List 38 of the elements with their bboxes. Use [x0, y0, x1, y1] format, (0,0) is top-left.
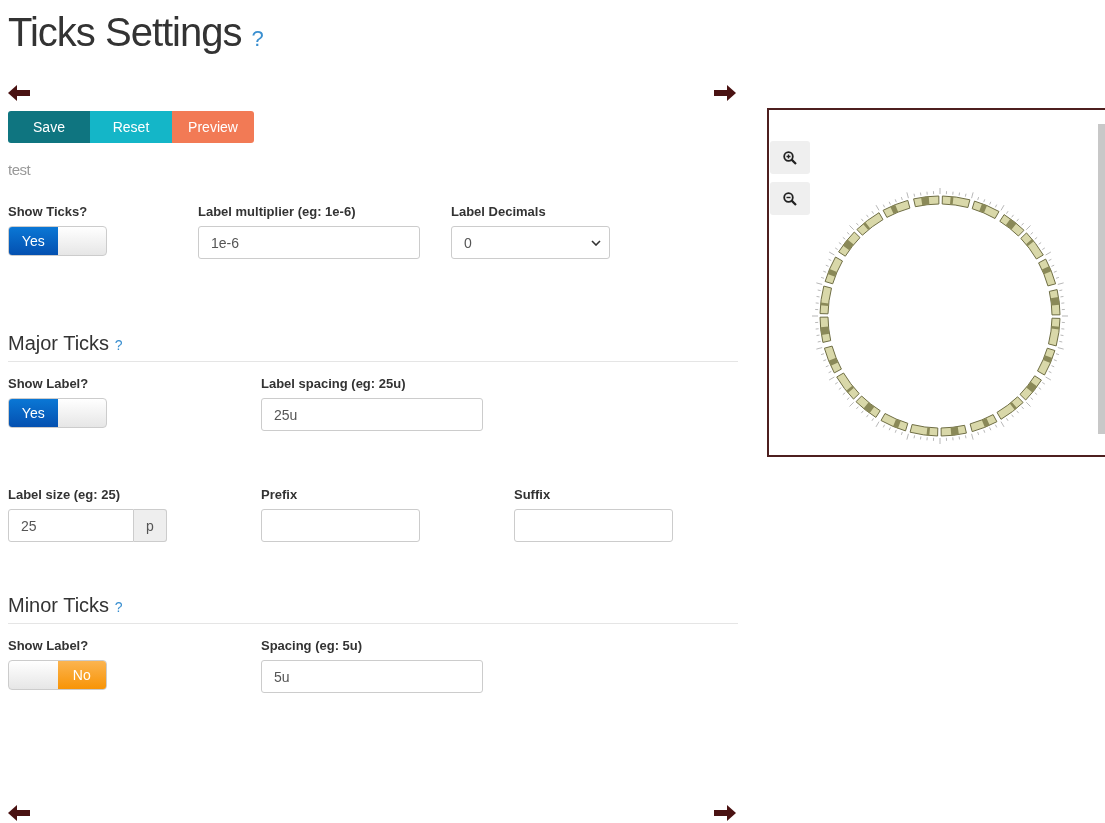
section-heading: Major Ticks: [8, 332, 110, 354]
toggle-switch[interactable]: Yes: [8, 398, 107, 428]
zoom-out-button[interactable]: [770, 182, 810, 215]
help-link[interactable]: ?: [114, 599, 123, 615]
zoom-in-button[interactable]: [770, 141, 810, 174]
zoom-out-icon: [783, 191, 797, 206]
toggle-switch[interactable]: Yes: [8, 226, 107, 256]
zoom-in-icon: [783, 150, 797, 165]
field-label: Suffix: [514, 487, 551, 502]
note-text: test: [8, 161, 32, 178]
arrow-right-icon[interactable]: [714, 85, 736, 101]
text-field[interactable]: 25u: [261, 398, 483, 431]
text-field[interactable]: 1e-6: [198, 226, 420, 259]
help-link[interactable]: ?: [114, 337, 123, 353]
arrow-right-icon[interactable]: [714, 805, 736, 821]
field-label: Show Ticks?: [8, 204, 88, 219]
field-label: Label size (eg: 25): [8, 487, 120, 502]
field-label: Prefix: [261, 487, 298, 502]
field-label: Spacing (eg: 5u): [261, 638, 363, 653]
arrow-left-icon[interactable]: [8, 805, 30, 821]
text-field[interactable]: 25: [8, 509, 134, 542]
text-field[interactable]: [261, 509, 420, 542]
field-label: Label multiplier (eg: 1e-6): [198, 204, 356, 219]
help-link[interactable]: ?: [251, 26, 264, 51]
text-field[interactable]: 5u: [261, 660, 483, 693]
chevron-down-icon: [591, 239, 601, 246]
arrow-left-icon[interactable]: [8, 85, 30, 101]
select-field[interactable]: 0: [451, 226, 610, 259]
field-label: Show Label?: [8, 638, 89, 653]
text-field[interactable]: [514, 509, 673, 542]
field-label: Label Decimals: [451, 204, 546, 219]
section-heading: Minor Ticks: [8, 594, 110, 616]
field-label: Show Label?: [8, 376, 89, 391]
page-title: Ticks Settings: [8, 10, 242, 54]
field-label: Label spacing (eg: 25u): [261, 376, 406, 391]
save-button[interactable]: Save: [8, 111, 90, 143]
unit-addon: p: [134, 509, 167, 542]
scrollbar[interactable]: [1098, 124, 1105, 434]
